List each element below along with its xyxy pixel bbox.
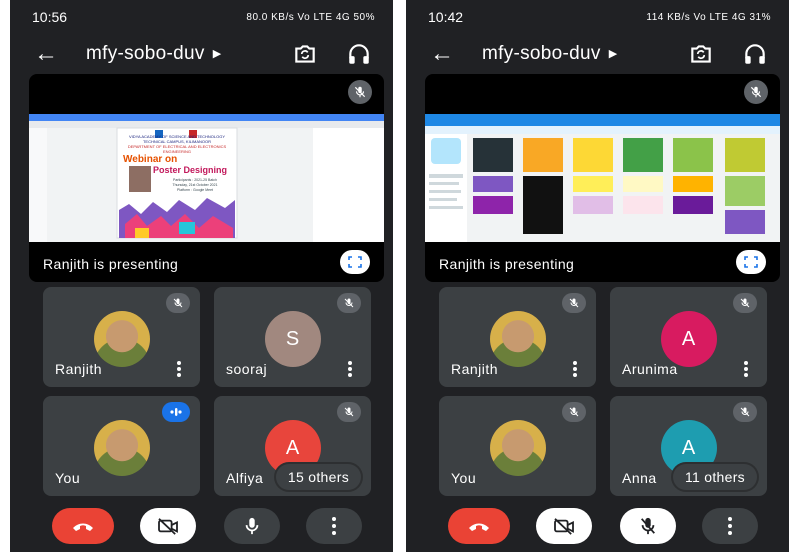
participant-name: Ranjith (451, 361, 499, 377)
participant-name: Ranjith (55, 361, 103, 377)
avatar-photo (93, 420, 150, 476)
speaking-indicator-icon (162, 402, 190, 422)
participant-name: Arunima (622, 361, 678, 377)
phone-screen-right: 10:42 114 KB/s Vo LTE 4G 31% ← mfy-sobo-… (406, 0, 789, 552)
avatar-photo (489, 311, 546, 367)
others-count-chip[interactable]: 11 others (672, 464, 757, 490)
participant-tile-you[interactable]: You (439, 396, 596, 496)
participant-tile-ranjith[interactable]: Ranjith (43, 287, 200, 387)
status-bar: 10:42 114 KB/s Vo LTE 4G 31% (406, 0, 789, 34)
shared-screen: VIDYA ACADEMY OF SCIENCE AND TECHNOLOGY … (29, 114, 384, 242)
participant-name: sooraj (226, 361, 268, 377)
camera-toggle-button[interactable] (140, 508, 196, 544)
mic-off-icon (733, 402, 757, 422)
camera-off-icon (158, 518, 178, 535)
mic-off-icon (337, 402, 361, 422)
caret-right-icon: ▶ (212, 48, 222, 61)
participant-tile-arunima[interactable]: A Arunima (610, 287, 767, 387)
end-call-icon (73, 523, 93, 531)
end-call-button[interactable] (52, 508, 114, 544)
mic-off-icon (733, 293, 757, 313)
mic-off-icon (348, 80, 372, 104)
end-call-button[interactable] (448, 508, 510, 544)
avatar-initial: A (660, 311, 717, 367)
poster-details: Participants : 2021-25 Batch Thursday, 2… (155, 178, 235, 193)
status-time: 10:56 (32, 9, 68, 25)
mic-off-icon (562, 402, 586, 422)
participant-name: Alfiya (226, 470, 264, 486)
camera-toggle-button[interactable] (536, 508, 592, 544)
mic-off-icon (337, 293, 361, 313)
mic-off-icon (744, 80, 768, 104)
caret-right-icon: ▶ (608, 48, 618, 61)
switch-camera-icon[interactable] (292, 41, 318, 67)
meeting-code[interactable]: mfy-sobo-duv ▶ (482, 43, 617, 65)
shared-screen (425, 114, 780, 242)
poster-dept: DEPARTMENT OF ELECTRICAL AND ELECTRONICS… (127, 144, 227, 154)
mic-off-icon (562, 293, 586, 313)
presenting-label: Ranjith is presenting (439, 256, 575, 272)
back-arrow-icon[interactable]: ← (430, 40, 454, 68)
call-controls (406, 508, 789, 548)
participant-tile-anna[interactable]: A Anna 11 others (610, 396, 767, 496)
others-count-chip[interactable]: 15 others (275, 464, 361, 490)
avatar-photo (93, 311, 150, 367)
call-controls (10, 508, 393, 548)
headphones-icon[interactable] (742, 41, 768, 67)
poster-text: VIDYA ACADEMY OF SCIENCE AND TECHNOLOGY … (121, 134, 233, 154)
meeting-code[interactable]: mfy-sobo-duv ▶ (86, 43, 221, 65)
more-options-button[interactable] (702, 508, 758, 544)
status-time: 10:42 (428, 9, 464, 25)
poster-heading-1: Webinar on (123, 154, 178, 165)
avatar-initial: S (264, 311, 321, 367)
more-options-button[interactable] (306, 508, 362, 544)
mic-off-icon (166, 293, 190, 313)
meeting-code-text: mfy-sobo-duv (482, 43, 601, 64)
more-options-icon[interactable] (572, 361, 578, 377)
participant-tile-ranjith[interactable]: Ranjith (439, 287, 596, 387)
presentation-card[interactable]: Ranjith is presenting (425, 74, 780, 282)
fullscreen-icon[interactable] (736, 250, 766, 274)
fullscreen-icon[interactable] (340, 250, 370, 274)
headphones-icon[interactable] (346, 41, 372, 67)
participant-tile-sooraj[interactable]: S sooraj (214, 287, 371, 387)
presentation-card[interactable]: VIDYA ACADEMY OF SCIENCE AND TECHNOLOGY … (29, 74, 384, 282)
status-system-icons: 114 KB/s Vo LTE 4G 31% (646, 11, 771, 23)
meeting-code-text: mfy-sobo-duv (86, 43, 205, 64)
participant-tile-you[interactable]: You (43, 396, 200, 496)
mic-off-icon (641, 517, 655, 535)
meeting-header: ← mfy-sobo-duv ▶ (406, 34, 789, 74)
switch-camera-icon[interactable] (688, 41, 714, 67)
camera-off-icon (554, 518, 574, 535)
status-bar: 10:56 80.0 KB/s Vo LTE 4G 50% (10, 0, 393, 34)
more-vert-icon (728, 517, 732, 535)
participant-name: Anna (622, 470, 657, 486)
status-system-icons: 80.0 KB/s Vo LTE 4G 50% (246, 11, 375, 23)
presenting-label: Ranjith is presenting (43, 256, 179, 272)
mic-icon (245, 517, 259, 535)
meeting-header: ← mfy-sobo-duv ▶ (10, 34, 393, 74)
more-options-icon[interactable] (347, 361, 353, 377)
participant-name: You (55, 470, 81, 486)
template-gallery-canvas (425, 114, 780, 242)
more-options-icon[interactable] (176, 361, 182, 377)
avatar-photo (489, 420, 546, 476)
back-arrow-icon[interactable]: ← (34, 40, 58, 68)
mic-toggle-button[interactable] (224, 508, 280, 544)
poster-platform: Platform : Google Meet (177, 188, 213, 192)
more-options-icon[interactable] (743, 361, 749, 377)
mic-toggle-button[interactable] (620, 508, 676, 544)
participant-name: You (451, 470, 477, 486)
poster-heading-2: Poster Designing (153, 165, 228, 175)
participant-tile-alfiya[interactable]: A Alfiya 15 others (214, 396, 371, 496)
phone-screen-left: 10:56 80.0 KB/s Vo LTE 4G 50% ← mfy-sobo… (10, 0, 393, 552)
end-call-icon (469, 523, 489, 531)
more-vert-icon (332, 517, 336, 535)
